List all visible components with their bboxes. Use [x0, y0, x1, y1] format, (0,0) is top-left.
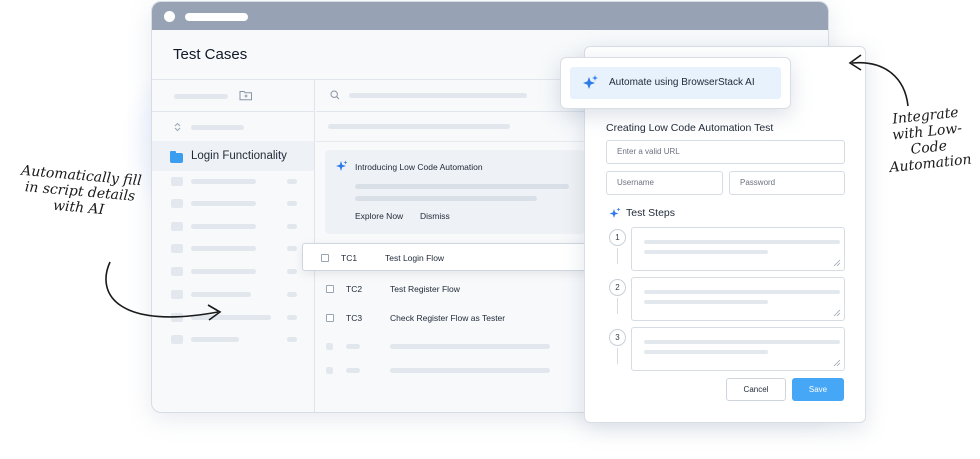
annotation-arrows — [105, 54, 909, 321]
arrow-left-icon — [105, 261, 219, 318]
